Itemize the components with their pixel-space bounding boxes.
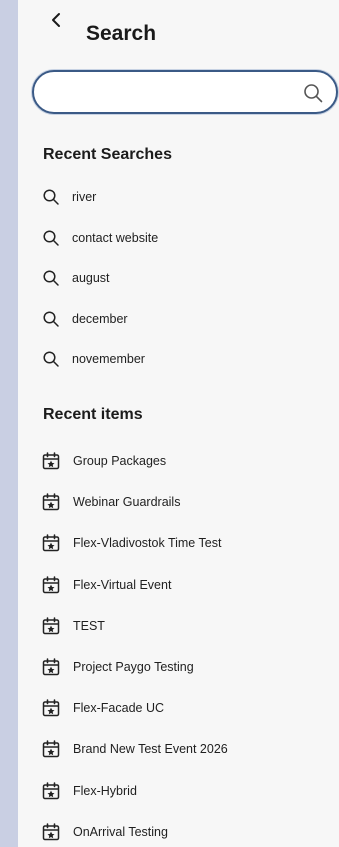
calendar-star-icon	[40, 738, 62, 760]
recent-item-label: TEST	[73, 618, 105, 633]
recent-item-label: Flex-Virtual Event	[73, 577, 172, 592]
recent-items-heading: Recent items	[43, 406, 143, 423]
recent-search-item[interactable]: contact website	[40, 224, 330, 252]
recent-item[interactable]: Flex-Virtual Event	[40, 571, 330, 599]
search-icon	[40, 227, 62, 249]
calendar-star-icon	[40, 532, 62, 554]
recent-item-label: OnArrival Testing	[73, 824, 168, 839]
calendar-star-icon	[40, 491, 62, 513]
calendar-star-icon	[40, 574, 62, 596]
recent-search-item[interactable]: december	[40, 305, 330, 333]
recent-item[interactable]: Project Paygo Testing	[40, 653, 330, 681]
search-icon	[40, 186, 62, 208]
recent-item[interactable]: Webinar Guardrails	[40, 488, 330, 516]
calendar-star-icon	[40, 780, 62, 802]
recent-search-item[interactable]: novemember	[40, 345, 330, 373]
recent-searches-heading: Recent Searches	[43, 146, 172, 163]
recent-item-label: Group Packages	[73, 454, 167, 468]
recent-item[interactable]: Group Packages	[40, 447, 330, 475]
recent-search-label: river	[72, 190, 97, 204]
recent-item[interactable]: TEST	[40, 612, 330, 640]
recent-search-item[interactable]: river	[40, 183, 330, 211]
calendar-star-icon	[40, 656, 62, 678]
recent-search-item[interactable]: august	[40, 264, 330, 292]
calendar-star-icon	[40, 450, 62, 472]
recent-item-label: Flex-Hybrid	[73, 783, 137, 798]
recent-item-label: Webinar Guardrails	[73, 495, 181, 510]
recent-search-label: novemember	[72, 352, 145, 366]
search-icon[interactable]	[302, 82, 324, 104]
recent-search-label: december	[72, 311, 128, 326]
calendar-star-icon	[40, 615, 62, 637]
search-icon	[40, 348, 62, 370]
recent-item[interactable]: Flex-Hybrid	[40, 777, 330, 805]
recent-item-label: Flex-Facade UC	[73, 701, 164, 716]
search-field[interactable]	[32, 70, 338, 114]
search-panel: Search Recent Searches river contact webs…	[18, 0, 339, 847]
chevron-left-icon	[52, 13, 60, 27]
recent-item[interactable]: Brand New Test Event 2026	[40, 735, 330, 763]
recent-search-label: contact website	[72, 230, 159, 245]
recent-item-label: Project Paygo Testing	[73, 660, 194, 674]
back-button[interactable]	[44, 6, 68, 34]
search-input[interactable]	[50, 80, 294, 106]
recent-item[interactable]: Flex-Facade UC	[40, 694, 330, 722]
recent-search-label: august	[72, 271, 110, 285]
recent-item[interactable]: OnArrival Testing	[40, 818, 330, 846]
calendar-star-icon	[40, 821, 62, 843]
recent-item[interactable]: Flex-Vladivostok Time Test	[40, 529, 330, 557]
search-icon	[40, 267, 62, 289]
page-title: Search	[86, 22, 157, 45]
search-icon	[40, 308, 62, 330]
recent-item-label: Flex-Vladivostok Time Test	[73, 536, 222, 551]
recent-item-label: Brand New Test Event 2026	[73, 742, 228, 757]
calendar-star-icon	[40, 697, 62, 719]
